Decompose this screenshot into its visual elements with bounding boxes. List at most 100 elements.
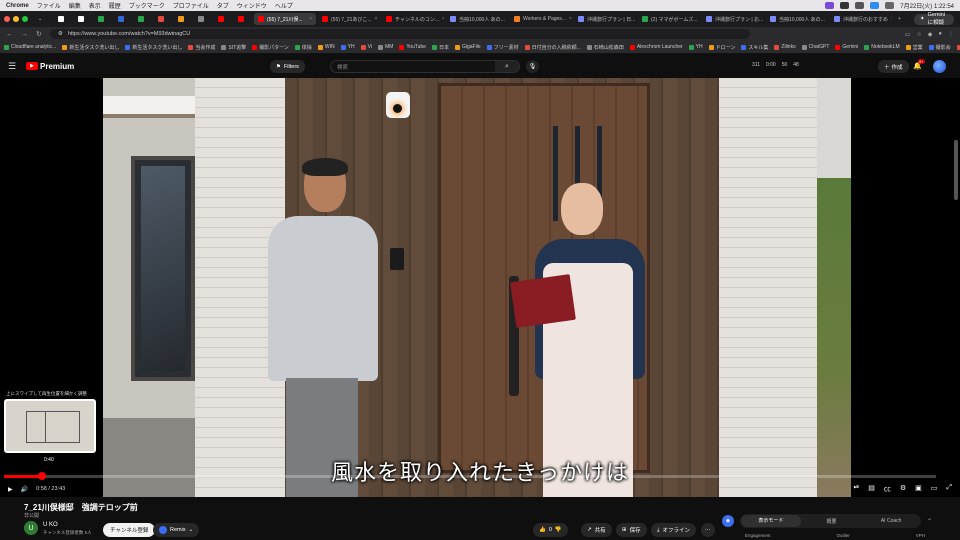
browser-tab[interactable] bbox=[54, 13, 72, 25]
tab-close-icon[interactable]: × bbox=[442, 16, 444, 22]
browser-tab[interactable]: (55) 7_21川俣... × bbox=[254, 13, 316, 25]
notifications-bell-icon[interactable]: 🔔 9+ bbox=[913, 59, 925, 70]
search-icon[interactable]: ⌕ bbox=[495, 61, 519, 72]
account-avatar[interactable] bbox=[933, 60, 946, 73]
menu-window[interactable]: ウィンドウ bbox=[237, 1, 267, 10]
offline-button[interactable]: ⤓ オフライン bbox=[651, 523, 696, 537]
browser-tab[interactable] bbox=[114, 13, 132, 25]
progress-bar[interactable] bbox=[4, 472, 936, 480]
bookmark-item[interactable]: GigaFile bbox=[454, 44, 481, 50]
bookmark-item[interactable]: フリー素材 bbox=[486, 44, 519, 51]
subtitles-icon[interactable]: ▤ bbox=[868, 484, 875, 494]
video-player[interactable]: 風水を取り入れたきっかけは 上にスワイプして再生位置を細かく調整 0:40 ▶ … bbox=[0, 78, 960, 497]
bookmark-star-icon[interactable]: ☆ bbox=[916, 31, 921, 38]
bookmark-item[interactable]: 石崎山松森田 bbox=[586, 44, 624, 51]
zoom-window-button[interactable] bbox=[22, 16, 28, 22]
page-scrollbar[interactable] bbox=[954, 140, 958, 200]
menubar-app-icon[interactable] bbox=[885, 2, 895, 9]
share-button[interactable]: ↗ 共有 bbox=[581, 523, 612, 537]
profile-icon[interactable]: ● bbox=[938, 31, 942, 38]
tab-close-icon[interactable]: × bbox=[309, 16, 312, 22]
menubar-app-icon[interactable] bbox=[825, 2, 835, 9]
bookmark-item[interactable]: 当会作成 bbox=[188, 44, 215, 51]
search-box[interactable]: 検索 ⌕ bbox=[330, 60, 520, 73]
menu-file[interactable]: ファイル bbox=[37, 1, 61, 10]
menubar-app-icon[interactable] bbox=[855, 2, 865, 9]
bookmark-item[interactable]: ドローン bbox=[708, 44, 735, 51]
bookmark-item[interactable]: SIT追撃 bbox=[221, 44, 246, 51]
more-actions-button[interactable]: ⋯ bbox=[701, 523, 715, 537]
bookmark-item[interactable]: YH bbox=[340, 44, 355, 50]
tab-close-icon[interactable]: × bbox=[375, 16, 378, 22]
browser-tab[interactable] bbox=[234, 13, 252, 25]
bookmark-item[interactable]: Vi bbox=[360, 44, 372, 50]
bookmark-item[interactable]: Alexchrom Launcher bbox=[629, 44, 683, 50]
bookmark-item[interactable]: 撮影パターン bbox=[252, 44, 289, 51]
bookmark-item[interactable]: Cloudflare analytic... bbox=[4, 44, 56, 50]
browser-tab[interactable] bbox=[94, 13, 112, 25]
menu-profile[interactable]: プロファイル bbox=[173, 1, 209, 10]
menu-tab[interactable]: タブ bbox=[217, 1, 229, 10]
minimize-window-button[interactable] bbox=[13, 16, 19, 22]
bookmark-item[interactable]: NotebookLM bbox=[864, 44, 900, 50]
app-name[interactable]: Chrome bbox=[6, 3, 29, 9]
settings-gear-icon[interactable]: ⚙ bbox=[900, 484, 906, 494]
browser-tab[interactable] bbox=[74, 13, 92, 25]
bookmark-item[interactable]: YouTube bbox=[399, 44, 426, 50]
autoplay-toggle-icon[interactable]: ⏯ bbox=[854, 484, 860, 494]
bookmark-item[interactable]: ChatGPT bbox=[801, 44, 829, 50]
bookmark-item[interactable]: 日付自分の入稿依頼... bbox=[524, 44, 581, 51]
back-icon[interactable]: ← bbox=[6, 31, 13, 38]
browser-tab[interactable] bbox=[154, 13, 172, 25]
browser-tab[interactable]: 沖縄旅行プラン | お...× bbox=[702, 13, 764, 25]
browser-tab[interactable] bbox=[174, 13, 192, 25]
browser-tab[interactable]: 沖縄旅行プラン | 日...× bbox=[574, 13, 636, 25]
like-button[interactable]: 👍 0 👎 bbox=[533, 523, 568, 537]
browser-tab[interactable] bbox=[214, 13, 232, 25]
bookmark-item[interactable]: Gemini bbox=[835, 44, 858, 50]
gemini-button[interactable]: ✦ Gemini に相談 bbox=[914, 12, 954, 26]
captions-icon[interactable]: ㏄ bbox=[884, 484, 891, 494]
menu-history[interactable]: 履歴 bbox=[109, 1, 121, 10]
reload-icon[interactable]: ↻ bbox=[36, 30, 42, 38]
hamburger-menu-icon[interactable]: ☰ bbox=[8, 61, 26, 72]
browser-tab[interactable]: (55) 7_21あびこ... × bbox=[318, 13, 380, 25]
search-input[interactable]: 検索 bbox=[337, 63, 348, 71]
bookmark-item[interactable]: 便利サイト bbox=[956, 44, 960, 51]
tab-overview[interactable]: 概要 bbox=[802, 518, 862, 525]
menubar-app-icon[interactable] bbox=[870, 2, 880, 9]
site-info-icon[interactable]: ⚙ bbox=[58, 31, 63, 37]
kebab-menu-icon[interactable]: ⋮ bbox=[948, 31, 954, 38]
tab-ai-coach[interactable]: AI Coach bbox=[861, 518, 921, 524]
bookmark-item[interactable]: Zilinks bbox=[774, 44, 796, 50]
browser-tab[interactable]: 当冊10,000人 あの...× bbox=[446, 13, 508, 25]
close-window-button[interactable] bbox=[4, 16, 10, 22]
bookmark-item[interactable]: 営業 bbox=[905, 44, 923, 51]
channel-name[interactable]: U KO bbox=[43, 522, 58, 528]
fullscreen-icon[interactable]: ⤢ bbox=[946, 484, 952, 494]
bookmark-item[interactable]: 日本 bbox=[431, 44, 449, 51]
new-tab-button[interactable]: + bbox=[894, 13, 912, 25]
menu-edit[interactable]: 編集 bbox=[69, 1, 81, 10]
bookmark-item[interactable]: WIN bbox=[317, 44, 335, 50]
channel-avatar[interactable]: U bbox=[24, 521, 38, 535]
browser-tab[interactable]: 当冊10,000人 あの...× bbox=[766, 13, 828, 25]
forward-icon[interactable]: → bbox=[21, 31, 28, 38]
tab-search-button[interactable]: ⌄ bbox=[34, 13, 52, 25]
browser-tab[interactable]: Workers & Pages... × bbox=[510, 13, 572, 25]
browser-tab[interactable] bbox=[134, 13, 152, 25]
browser-tab[interactable]: (2) ママがボームズ...× bbox=[638, 13, 700, 25]
url-bar[interactable]: ⚙ https://www.youtube.com/watch?v=M93dwt… bbox=[49, 29, 750, 39]
tab-close-icon[interactable]: × bbox=[891, 16, 892, 22]
collapse-icon[interactable]: ⌃ bbox=[927, 518, 932, 525]
youtube-logo[interactable]: ▶ Premium bbox=[26, 62, 74, 71]
browser-tab[interactable]: チャンネルのコン... × bbox=[382, 13, 444, 25]
bookmark-item[interactable]: 体操 bbox=[294, 44, 312, 51]
microphone-icon[interactable]: 🎙 bbox=[526, 60, 539, 73]
tab-display-mode[interactable]: 表示モード bbox=[741, 515, 801, 527]
play-icon[interactable]: ▶ bbox=[8, 486, 13, 493]
miniplayer-icon[interactable]: ▣ bbox=[915, 484, 922, 494]
menu-help[interactable]: ヘルプ bbox=[275, 1, 293, 10]
bookmark-item[interactable]: YH bbox=[688, 44, 703, 50]
create-button[interactable]: ＋ 作成 bbox=[878, 60, 909, 73]
